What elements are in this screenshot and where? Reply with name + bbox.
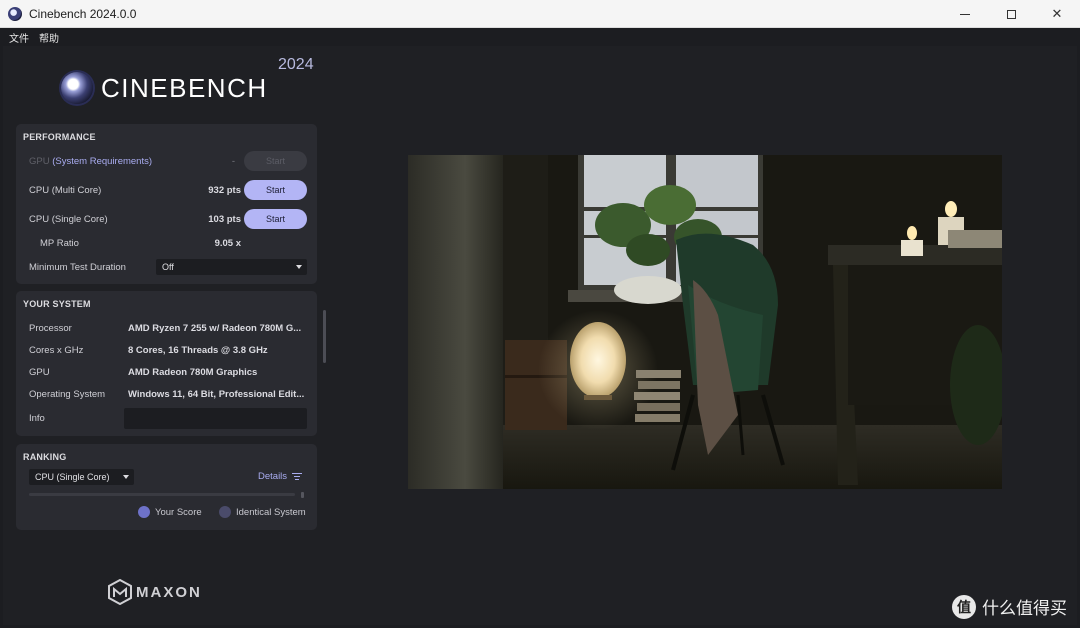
ranking-title: RANKING [23,452,67,462]
window-controls: ✕ [942,0,1080,28]
details-button[interactable]: Details [258,471,303,482]
cinebench-logo: CINEBENCH [61,72,268,104]
cinebench-sphere-icon [61,72,93,104]
menu-file[interactable]: 文件 [9,30,29,45]
min-duration-value: Off [162,262,174,272]
cpu-single-label: CPU (Single Core) [29,214,108,225]
processor-value: AMD Ryzen 7 255 w/ Radeon 780M G... [128,323,302,334]
main-area: CINEBENCH 2024 PERFORMANCE GPU (System R… [3,46,1077,625]
performance-title: PERFORMANCE [23,132,96,142]
cpu-multi-label: CPU (Multi Core) [29,185,102,196]
ranking-panel: RANKING CPU (Single Core) Details Your S… [16,444,317,530]
cpu-multi-score: 932 pts [208,185,241,196]
title-bar: Cinebench 2024.0.0 ✕ [0,0,1080,28]
watermark-logo-icon: 值 [952,594,976,619]
window-title: Cinebench 2024.0.0 [29,6,137,21]
logo-text: CINEBENCH [101,72,268,103]
filter-icon [292,472,303,481]
chevron-down-icon [123,475,129,479]
maxon-mark-icon [108,579,132,605]
gpu-row-label: GPU (System Requirements) [29,156,152,167]
system-requirements-link[interactable]: (System Requirements) [52,156,152,167]
minimize-button[interactable] [942,0,988,28]
ranking-bar-track [29,493,295,496]
panel-scrollbar[interactable] [323,310,326,363]
your-score-dot-icon [138,506,150,518]
maximize-button[interactable] [988,0,1034,28]
close-button[interactable]: ✕ [1034,0,1080,28]
gpu-start-button[interactable]: Start [244,151,307,171]
cpu-single-start-button[interactable]: Start [244,209,307,229]
cores-label: Cores x GHz [29,345,84,356]
ranking-bar-end [301,492,304,498]
maximize-icon [1006,9,1016,19]
ranking-selected-value: CPU (Single Core) [35,472,110,482]
performance-panel: PERFORMANCE GPU (System Requirements) - … [16,124,317,284]
render-scene [408,155,1002,489]
identical-system-label: Identical System [236,506,306,518]
watermark-text: 什么值得买 [982,599,1067,619]
identical-system-dot-icon [219,506,231,518]
render-preview-image [408,155,1002,489]
gpu-label: GPU [29,156,50,167]
cpu-single-score: 103 pts [208,214,241,225]
cpu-multi-start-button[interactable]: Start [244,180,307,200]
your-system-panel: YOUR SYSTEM Processor AMD Ryzen 7 255 w/… [16,291,317,436]
info-field[interactable] [124,408,307,429]
info-label: Info [29,413,45,424]
watermark: 值 什么值得买 [952,594,1067,619]
os-label: Operating System [29,389,106,400]
cores-value: 8 Cores, 16 Threads @ 3.8 GHz [128,345,268,356]
minimize-icon [960,13,970,15]
cinebench-app-icon [8,6,22,21]
min-duration-select[interactable]: Off [156,259,307,275]
os-value: Windows 11, 64 Bit, Professional Edit... [128,389,305,400]
logo-year: 2024 [278,56,314,73]
processor-label: Processor [29,323,72,334]
details-label: Details [258,471,288,482]
mp-ratio-label: MP Ratio [40,238,79,249]
gpu-score: - [231,156,235,167]
your-score-label: Your Score [155,506,202,518]
legend-identical-system: Identical System [219,506,306,518]
your-system-title: YOUR SYSTEM [23,299,91,309]
chevron-down-icon [296,265,302,269]
ranking-select[interactable]: CPU (Single Core) [29,469,134,485]
mp-ratio-value: 9.05 x [214,238,241,249]
menu-help[interactable]: 帮助 [39,30,59,45]
close-icon: ✕ [1051,6,1063,21]
menu-bar: 文件 帮助 [0,28,1080,46]
maxon-logo: MAXON [108,579,202,605]
maxon-text: MAXON [136,583,202,601]
min-duration-label: Minimum Test Duration [29,262,126,273]
legend-your-score: Your Score [138,506,202,518]
gpu-sys-label: GPU [29,367,50,378]
gpu-sys-value: AMD Radeon 780M Graphics [128,367,258,378]
